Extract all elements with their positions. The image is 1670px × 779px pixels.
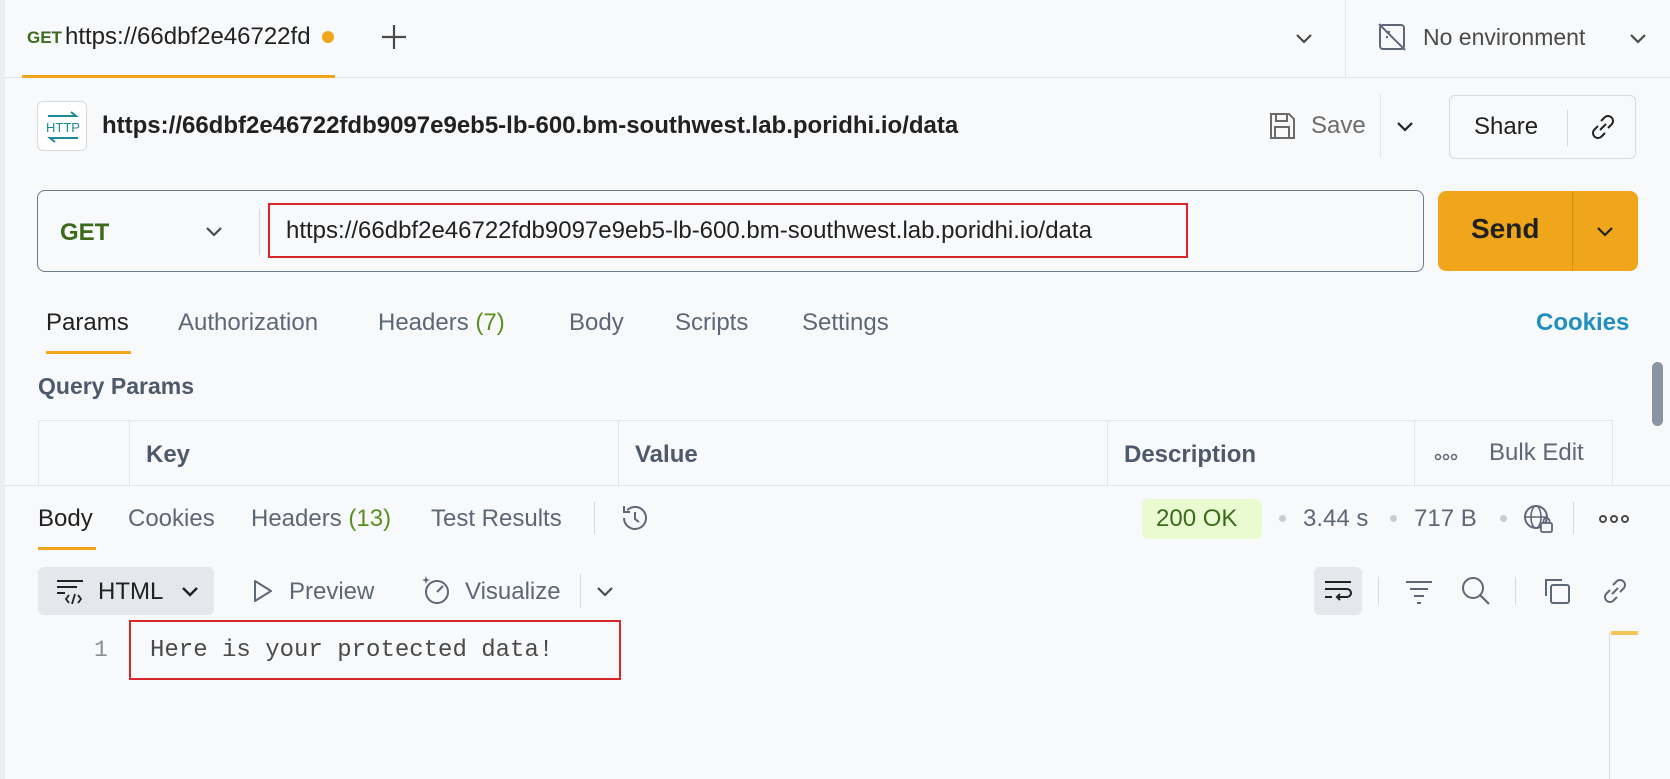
tab-bar: GET https://66dbf2e46722fdb9097e9eb5-lb-…	[5, 0, 1670, 78]
url-bar: GET	[37, 190, 1424, 272]
response-tab-test-results[interactable]: Test Results	[431, 505, 562, 533]
query-params-title: Query Params	[38, 373, 194, 399]
no-environment-icon	[1375, 20, 1409, 54]
tab-body[interactable]: Body	[569, 309, 624, 337]
http-badge-label: HTTP	[46, 120, 80, 135]
divider	[1572, 191, 1573, 271]
minimap-marker[interactable]	[1611, 631, 1638, 635]
format-chevron-icon	[178, 579, 202, 603]
separator-dot	[1390, 515, 1397, 522]
divider	[580, 574, 581, 608]
divider	[594, 502, 595, 534]
send-button[interactable]: Send	[1438, 191, 1638, 271]
visualize-button[interactable]: Visualize	[465, 578, 561, 606]
tab-method: GET	[27, 28, 62, 47]
filter-icon[interactable]	[1402, 574, 1436, 608]
column-divider	[1107, 421, 1108, 487]
more-options-icon[interactable]	[1434, 452, 1458, 462]
tab-params[interactable]: Params	[46, 309, 129, 337]
tab-headers[interactable]: Headers (7)	[378, 309, 505, 337]
separator-dot	[1500, 515, 1507, 522]
headers-count: (7)	[475, 309, 505, 336]
copy-link-icon[interactable]	[1586, 110, 1620, 144]
window-edge	[0, 0, 5, 779]
divider	[1378, 577, 1379, 605]
active-tab-indicator	[46, 351, 131, 354]
response-body-text[interactable]: Here is your protected data!	[150, 637, 553, 664]
status-code: 200 OK	[1156, 505, 1238, 532]
response-tab-cookies[interactable]: Cookies	[128, 505, 215, 533]
environment-selector[interactable]: No environment	[1423, 24, 1585, 51]
separator-dot	[1279, 515, 1286, 522]
more-options-icon[interactable]	[1598, 512, 1630, 526]
format-label: HTML	[98, 578, 164, 605]
active-tab-indicator	[38, 547, 96, 550]
request-tab[interactable]: GET https://66dbf2e46722fdb9097e9eb5-lb-…	[22, 0, 335, 78]
panel-divider[interactable]	[5, 485, 1670, 486]
share-group: Share	[1449, 95, 1636, 159]
response-tab-headers[interactable]: Headers (13)	[251, 505, 391, 533]
tab-title: https://66dbf2e46722fdb9097e9eb5-lb-600.…	[65, 23, 310, 50]
http-icon: HTTP	[37, 101, 87, 151]
code-format-icon	[54, 575, 86, 607]
column-divider	[618, 421, 619, 487]
save-icon[interactable]	[1266, 110, 1298, 142]
response-tab-headers-label: Headers	[251, 505, 342, 532]
link-icon[interactable]	[1598, 574, 1632, 608]
copy-icon[interactable]	[1540, 574, 1574, 608]
save-button[interactable]: Save	[1311, 112, 1366, 140]
bulk-edit-button[interactable]: Bulk Edit	[1489, 439, 1584, 467]
divider	[259, 209, 260, 255]
url-input[interactable]	[268, 203, 1188, 258]
format-selector[interactable]: HTML	[38, 567, 214, 615]
send-label: Send	[1471, 213, 1540, 244]
response-headers-count: (13)	[348, 505, 392, 532]
response-tab-body[interactable]: Body	[38, 505, 93, 533]
wrap-lines-button[interactable]	[1314, 567, 1362, 615]
request-title[interactable]: https://66dbf2e46722fdb9097e9eb5-lb-600.…	[102, 112, 958, 140]
divider	[1573, 502, 1574, 534]
save-options-chevron-icon[interactable]	[1392, 113, 1418, 139]
divider	[1567, 110, 1568, 146]
wrap-lines-icon	[1322, 575, 1354, 607]
method-selector[interactable]: GET	[60, 219, 109, 247]
preview-button[interactable]: Preview	[289, 578, 374, 606]
column-divider	[1414, 421, 1415, 487]
response-time[interactable]: 3.44 s	[1303, 505, 1368, 533]
column-header-value: Value	[635, 441, 698, 468]
query-params-table: Key Value Description Bulk Edit	[38, 420, 1613, 487]
send-options-chevron-icon[interactable]	[1592, 218, 1618, 244]
environment-chevron-icon[interactable]	[1625, 25, 1651, 51]
tab-headers-label: Headers	[378, 309, 469, 336]
divider	[1380, 94, 1381, 158]
scrollbar-thumb[interactable]	[1652, 362, 1663, 426]
column-header-key: Key	[146, 441, 191, 468]
line-number: 1	[94, 637, 108, 663]
column-header-description: Description	[1124, 441, 1257, 468]
status-badge[interactable]: 200 OK	[1142, 499, 1262, 539]
divider	[1515, 577, 1516, 605]
method-chevron-icon[interactable]	[201, 218, 227, 244]
tab-authorization[interactable]: Authorization	[178, 309, 318, 337]
visualize-chevron-icon[interactable]	[592, 578, 618, 604]
network-globe-lock-icon[interactable]	[1521, 502, 1555, 536]
share-button[interactable]: Share	[1474, 113, 1538, 141]
visualize-icon[interactable]	[419, 572, 455, 608]
play-icon[interactable]	[248, 577, 276, 605]
response-size[interactable]: 717 B	[1414, 505, 1477, 533]
new-tab-plus-icon[interactable]	[379, 22, 409, 52]
tabs-dropdown-chevron-icon[interactable]	[1291, 25, 1317, 51]
tab-settings[interactable]: Settings	[802, 309, 889, 337]
minimap-edge	[1609, 633, 1610, 779]
column-divider	[129, 421, 130, 487]
divider	[1345, 0, 1346, 78]
cookies-link[interactable]: Cookies	[1536, 309, 1629, 337]
tab-scripts[interactable]: Scripts	[675, 309, 748, 337]
search-icon[interactable]	[1459, 574, 1493, 608]
history-icon[interactable]	[618, 501, 652, 535]
unsaved-dot-icon	[322, 31, 334, 43]
